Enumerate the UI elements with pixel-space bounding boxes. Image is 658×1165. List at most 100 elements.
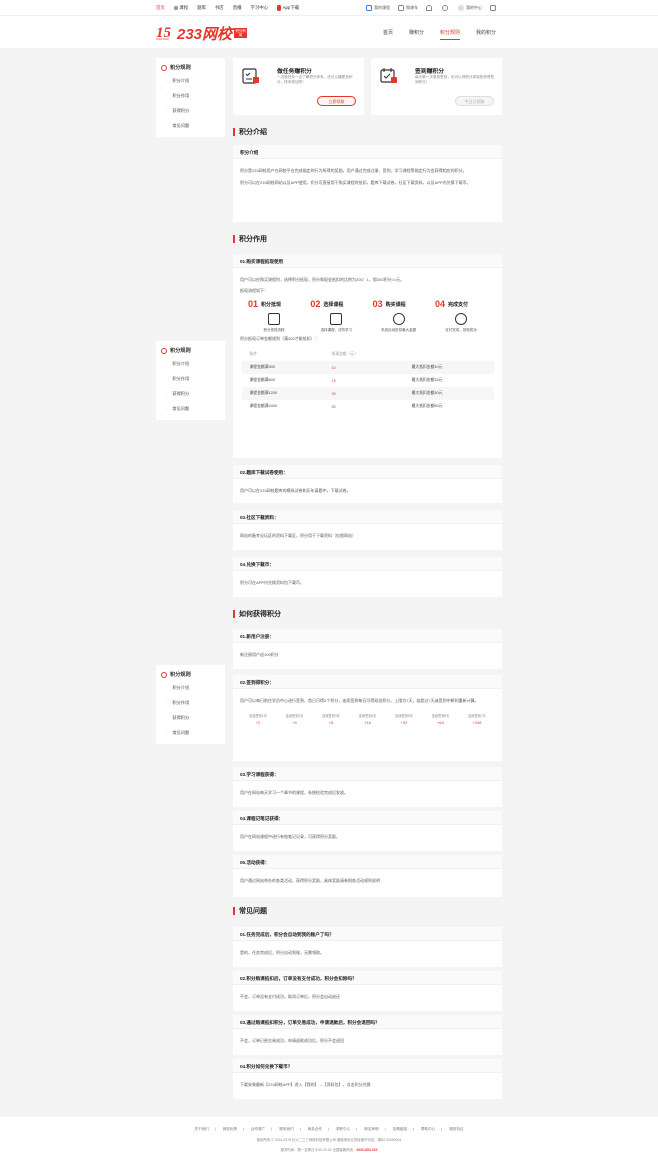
table-cell: 10 [323,361,404,374]
top-nav-app[interactable]: App下载 [277,0,299,16]
main-nav-rules[interactable]: 积分规则 [440,29,461,40]
usage-3-p: 网站的备考论坛区的资料下载区，积分用于下载资料（仅限网站） [240,533,356,538]
logo-text: 233网校 [177,25,233,43]
footer: 关于我们 | 网校优势 | 合作推广 | 联系我们 | 商务合作 | 求职中心 | 网站声明… [0,1117,658,1165]
usage-box-3: 03.社区下载资料： 网站的备考论坛区的资料下载区，积分用于下载资料（仅限网站） [233,510,502,550]
day-label: 连续签到6天 [431,714,450,718]
faq-question: 04.积分如何兑换下载币？ [233,1059,502,1073]
history-button[interactable] [442,5,450,11]
step-1: 01 积分抵现 积分抵现流程 [248,299,300,333]
my-course-label: 我的课程 [374,5,390,10]
sidebar-item-faq[interactable]: 常见问题 [167,406,220,412]
sidebar-item-intro[interactable]: 积分介绍 [167,685,220,691]
rules-icon [161,671,167,678]
top-nav-study-center[interactable]: 学习中心 [250,0,268,16]
logout-button[interactable] [490,5,498,11]
footer-link[interactable]: 合作推广 [251,1127,265,1131]
table-cell: 15 [331,378,336,383]
sidebar-item-usage[interactable]: 积分作用 [167,93,220,99]
top-nav: 首页 课程 题库 书店 直播 学习中心 App下载 [156,0,308,17]
main-nav-earn[interactable]: 赚积分 [409,29,424,40]
sidebar-item-faq[interactable]: 常见问题 [167,730,220,736]
faq-question: 02.积分购课抵扣后，订单没有支付成功，积分会扣除吗？ [233,971,502,985]
sidebar-item-intro[interactable]: 积分介绍 [167,78,220,84]
footer-link[interactable]: 网校优势 [223,1127,237,1131]
site-logo[interactable]: 15 233网校 积分商城 2004-2019 [156,23,248,43]
earn-box-4: 04.课程记笔记获得： 用户在网站课程中进行有效笔记记录，可获得积分奖励。 [233,811,502,851]
sidebar-title: 积分规则 [161,671,220,678]
task-cards: 做任务赚积分 一边做任务一边了解积分体系，还可以赚更多积分，快来参加吧！ 立即领… [233,58,502,115]
footer-copyright: 版权所有 © 2004-2019 长沙二三三网络科技有限公司 增值电信业务经营许… [256,1138,402,1142]
footer-link[interactable]: 联系我们 [279,1127,293,1131]
footer-link[interactable]: 商务合作 [308,1127,322,1131]
sidebar-item-faq[interactable]: 常见问题 [167,123,220,129]
earn-1-p: 新注册用户送100积分 [240,652,279,657]
day-value: +64 [437,720,444,725]
sidebar-item-usage[interactable]: 积分作用 [167,700,220,706]
footer-link[interactable]: 友情链接 [393,1127,407,1131]
rules-icon [161,64,167,71]
day-value: +32 [400,720,408,725]
task-card-desc: 一边做任务一边了解积分体系，还可以赚更多积分，快来参加吧！ [277,75,353,84]
earn-box-2: 02.签到得积分： 用户可以每日前往学员中心进行签到，首日可得2个积分，连续签到… [233,675,502,761]
signin-day: 连续签到7天 +108 [464,713,490,725]
check-circle-icon [454,313,467,325]
my-course-link[interactable]: 我的课程 [366,5,390,11]
intro-box-title: 积分介绍 [233,145,502,159]
usage-4-title: 04.兑换下载币： [233,557,502,571]
top-nav-shop[interactable]: 书店 [215,0,224,16]
usage-1-title: 01.购买课程抵现使用 [233,254,502,268]
footer-link[interactable]: 网站声明 [364,1127,378,1131]
footer-link[interactable]: 服务协议 [449,1127,463,1131]
footer-service-text: 服务时间：周一至周日 8:00-22:30 全国客服热线： [280,1148,357,1152]
table-cell: 最大抵扣金额10元 [403,361,494,374]
earn-box-5: 05.活动获得： 用户通过网站举办的各类活动，获得积分奖励，具体奖励请参照各活动… [233,855,502,897]
sidebar-item-usage[interactable]: 积分作用 [167,376,220,382]
day-label: 连续签到5天 [395,714,413,718]
cart-link[interactable]: 购课车 [398,5,418,11]
footer-link[interactable]: 帮助中心 [421,1127,435,1131]
earn-3-p: 用户在网站每天学习一个章节的课程，系统检验完成后发放。 [240,790,348,795]
earn-2-title: 02.签到得积分： [233,675,502,689]
sidebar-item-earn[interactable]: 获得积分 [167,391,220,397]
sidebar-title-text: 积分规则 [170,348,191,354]
sidebar-item-intro[interactable]: 积分介绍 [167,361,220,367]
task-card-title: 做任务赚积分 [277,69,312,75]
bell-icon [426,5,432,11]
earn-box-3: 03.学习课程获得： 用户在网站每天学习一个章节的课程，系统检验完成后发放。 [233,767,502,807]
earn-5-title: 05.活动获得： [233,855,502,869]
footer-link[interactable]: 求职中心 [336,1127,350,1131]
sidebar-title-text: 积分规则 [170,672,191,678]
signin-day: 连续签到2天 +4 [282,713,308,725]
top-nav-tiku[interactable]: 题库 [197,0,206,16]
course-icon [330,313,343,325]
day-label: 连续签到4天 [358,714,377,718]
claim-button[interactable]: 立即领取 [317,96,356,106]
day-label: 连续签到7天 [468,714,486,718]
sidebar-item-earn[interactable]: 获得积分 [167,715,220,721]
footer-sep: | [356,1127,358,1131]
footer-link[interactable]: 关于我们 [194,1127,208,1131]
day-value: +2 [255,720,261,725]
cart-icon [398,5,404,11]
sidebar-item-earn[interactable]: 获得积分 [167,108,220,114]
step-label: 积分抵现流程 [263,328,285,332]
step-4: 04 完成支付 支付完成，抵现成功 [435,299,487,333]
main-nav-home[interactable]: 首页 [383,29,393,40]
my-center-link[interactable]: 我的中心 [458,5,482,11]
bell-button[interactable] [426,5,434,11]
claimed-button[interactable]: 今日已领取 [455,96,494,106]
faq-2: 02.积分购课抵扣后，订单没有支付成功，积分会扣除吗？ 不会，订单没有支付成功，… [233,971,502,1011]
signin-day: 连续签到1天 +2 [245,713,271,725]
footer-sep: | [271,1127,273,1131]
top-nav-home[interactable]: 首页 [156,0,165,17]
step-label: 选择课程，试听学习 [320,328,353,332]
main-nav-my-points[interactable]: 我的积分 [476,29,496,40]
top-nav-live[interactable]: 直播 [233,0,242,16]
step-3: 03 购买课程 系统自动抵扣最大金额 [373,299,425,333]
usage-1-p1: 用户可以在购买课程时，选择积分抵现，积分和现金抵扣的比例为200：1，即200积… [240,277,405,282]
top-nav-course[interactable]: 课程 [173,0,188,16]
faq-answer: 是的，任务完成后，积分自动到账，无需领取。 [240,950,324,955]
faq-4: 04.积分如何兑换下载币？ 下载安装最新【233网校APP】进入【我的】→【资料… [233,1059,502,1099]
signin-card-title: 签到赚积分 [415,69,444,75]
